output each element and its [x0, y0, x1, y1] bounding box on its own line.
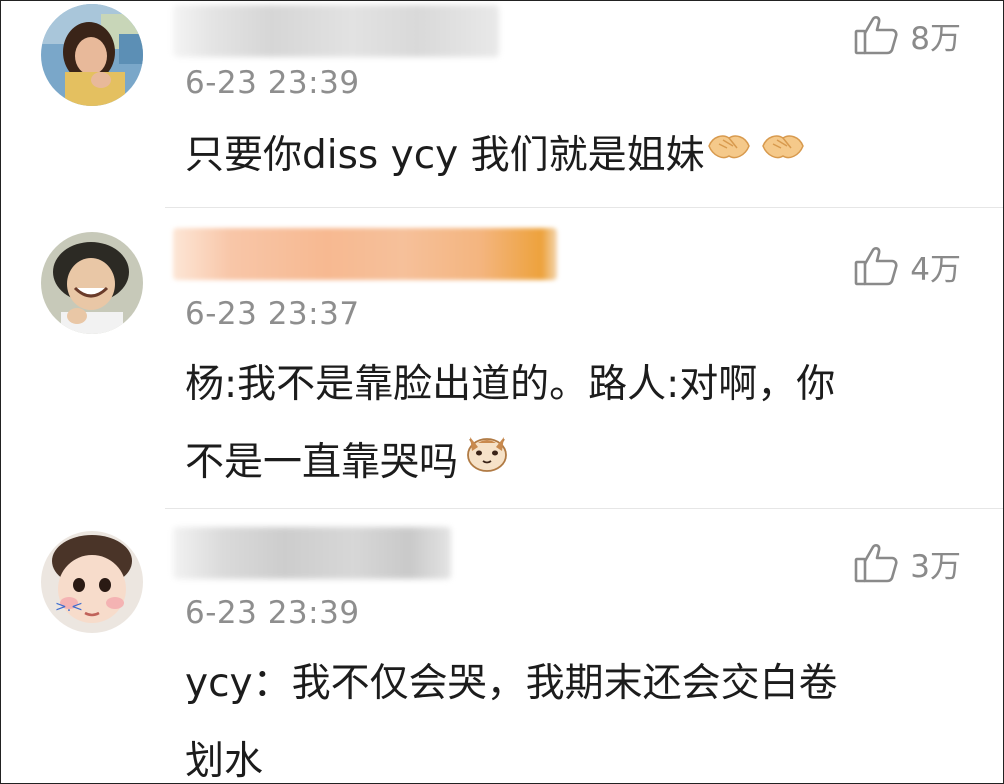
handshake-emoji — [759, 115, 807, 193]
svg-text:>.<: >.< — [55, 599, 83, 615]
handshake-emoji — [705, 115, 753, 193]
like-count: 4万 — [910, 251, 961, 288]
comment-timestamp: 6-23 23:39 — [185, 65, 360, 101]
comment-list: 8万 6-23 23:39 只要你diss ycy 我们就是姐妹 4万 6-23… — [0, 0, 1004, 784]
like-button[interactable]: 3万 — [854, 541, 961, 585]
like-button[interactable]: 4万 — [854, 244, 961, 288]
comment-item: 4万 6-23 23:37 杨:我不是靠脸出道的。路人:对啊，你 不是一直靠哭吗 — [1, 208, 1003, 508]
username-redacted[interactable] — [173, 527, 451, 579]
comment-item: >.< 3万 6-23 23:39 ycy：我不仅会哭，我期末还会交白卷 划水 — [1, 509, 1003, 784]
thumbs-up-icon — [854, 543, 898, 583]
user-avatar[interactable] — [41, 232, 143, 334]
comment-timestamp: 6-23 23:37 — [185, 296, 360, 332]
comment-text: 只要你diss ycy 我们就是姐妹 — [185, 117, 955, 195]
comment-timestamp: 6-23 23:39 — [185, 595, 360, 631]
username-redacted[interactable] — [173, 228, 557, 280]
comment-text: 杨:我不是靠脸出道的。路人:对啊，你 不是一直靠哭吗 — [185, 346, 955, 502]
comment-item: 8万 6-23 23:39 只要你diss ycy 我们就是姐妹 — [1, 1, 1003, 206]
thumbs-up-icon — [854, 246, 898, 286]
thumbs-up-icon — [854, 15, 898, 55]
username-redacted[interactable] — [173, 5, 499, 57]
like-count: 8万 — [910, 20, 961, 57]
like-count: 3万 — [910, 548, 961, 585]
cat-emoji — [464, 422, 510, 500]
user-avatar[interactable]: >.< — [41, 531, 143, 633]
comment-text: ycy：我不仅会哭，我期末还会交白卷 划水 — [185, 661, 838, 784]
user-avatar[interactable] — [41, 4, 143, 106]
like-button[interactable]: 8万 — [854, 13, 961, 57]
